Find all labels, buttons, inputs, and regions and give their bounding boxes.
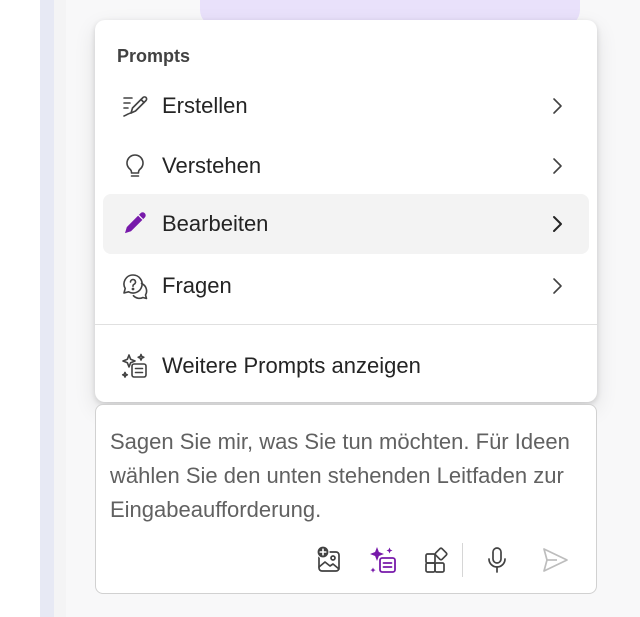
menu-item-label: Verstehen bbox=[162, 153, 262, 178]
prompts-button[interactable] bbox=[366, 543, 400, 577]
left-rail bbox=[0, 0, 40, 617]
chevron-right-icon bbox=[545, 212, 569, 236]
menu-header: Prompts bbox=[117, 46, 191, 66]
menu-item-label: Fragen bbox=[162, 273, 232, 298]
menu-item-bearbeiten[interactable]: Bearbeiten bbox=[103, 194, 589, 254]
sparkle-prompts-icon bbox=[368, 545, 398, 575]
chevron-right-icon bbox=[545, 94, 569, 118]
left-rail-edge bbox=[40, 0, 54, 617]
composer-input[interactable]: Sagen Sie mir, was Sie tun möchten. Für … bbox=[110, 425, 588, 527]
menu-item-label: Erstellen bbox=[162, 93, 248, 118]
toolbar-separator bbox=[462, 543, 463, 577]
microphone-icon bbox=[482, 545, 512, 575]
menu-divider bbox=[95, 324, 597, 325]
more-prompts-label: Weitere Prompts anzeigen bbox=[162, 353, 421, 378]
lightbulb-icon bbox=[121, 152, 149, 180]
send-icon bbox=[540, 545, 570, 575]
pencil-icon bbox=[121, 210, 149, 238]
menu-item-fragen[interactable]: Fragen bbox=[103, 256, 589, 316]
menu-item-label: Bearbeiten bbox=[162, 211, 269, 236]
prompts-menu: Prompts Erstellen Verstehen Bearbeiten F… bbox=[95, 20, 597, 402]
add-image-button[interactable] bbox=[312, 543, 346, 577]
menu-item-verstehen[interactable]: Verstehen bbox=[103, 136, 589, 196]
image-add-icon bbox=[314, 545, 344, 575]
more-prompts-button[interactable]: Weitere Prompts anzeigen bbox=[103, 336, 589, 396]
send-button[interactable] bbox=[538, 543, 572, 577]
plugins-button[interactable] bbox=[420, 543, 454, 577]
apps-add-icon bbox=[422, 545, 452, 575]
microphone-button[interactable] bbox=[480, 543, 514, 577]
chat-composer: Sagen Sie mir, was Sie tun möchten. Für … bbox=[95, 404, 597, 594]
chevron-right-icon bbox=[545, 154, 569, 178]
pen-lines-icon bbox=[121, 92, 149, 120]
chevron-right-icon bbox=[545, 274, 569, 298]
sparkle-list-icon bbox=[121, 352, 149, 380]
menu-item-erstellen[interactable]: Erstellen bbox=[103, 76, 589, 136]
question-bubble-icon bbox=[121, 272, 149, 300]
